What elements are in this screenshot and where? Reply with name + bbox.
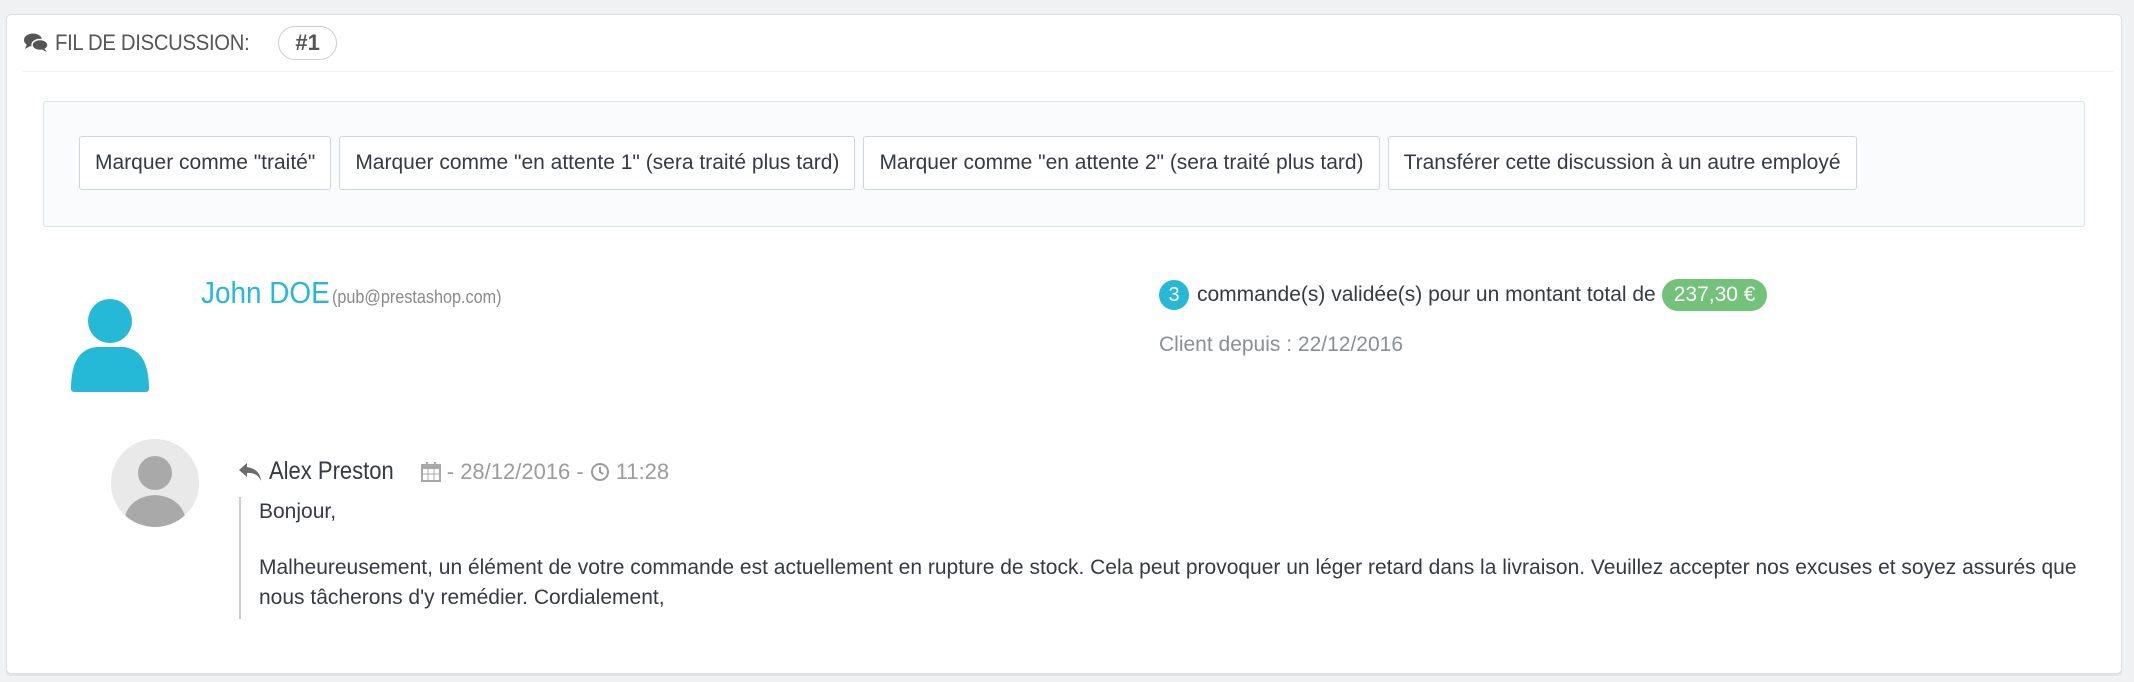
avatar xyxy=(111,439,199,527)
mark-pending-1-button[interactable]: Marquer comme "en attente 1" (sera trait… xyxy=(339,136,856,190)
mark-pending-2-button[interactable]: Marquer comme "en attente 2" (sera trait… xyxy=(863,136,1380,190)
actions-well: Marquer comme "traité" Marquer comme "en… xyxy=(43,101,2085,227)
message-date: - 28/12/2016 - xyxy=(446,458,584,484)
customer-email: (pub@prestashop.com) xyxy=(332,287,502,307)
total-amount-badge: 237,30 € xyxy=(1661,279,1768,311)
customer-name-link[interactable]: John DOE xyxy=(201,275,330,311)
action-buttons: Marquer comme "traité" Marquer comme "en… xyxy=(79,136,1857,190)
client-since: Client depuis : 22/12/2016 xyxy=(1159,333,1404,356)
message-text: Malheureusement, un élément de votre com… xyxy=(259,556,2077,609)
thread-number-badge: #1 xyxy=(278,26,337,60)
reply-icon xyxy=(237,461,263,483)
orders-text: commande(s) validée(s) pour un montant t… xyxy=(1197,283,1656,306)
orders-count-badge: 3 xyxy=(1159,280,1189,310)
discussion-panel: FIL DE DISCUSSION: #1 Marquer comme "tra… xyxy=(6,14,2122,674)
clock-icon xyxy=(590,462,610,482)
mark-handled-button[interactable]: Marquer comme "traité" xyxy=(79,136,332,190)
orders-summary: 3 commande(s) validée(s) pour un montant… xyxy=(1159,279,1768,311)
user-icon xyxy=(67,293,153,393)
calendar-icon xyxy=(420,461,441,483)
panel-title: FIL DE DISCUSSION: xyxy=(55,30,250,55)
message-time: 11:28 xyxy=(615,458,670,484)
message-body: Bonjour, Malheureusement, un élément de … xyxy=(239,497,2099,619)
message-author: Alex Preston xyxy=(269,457,394,485)
transfer-discussion-button[interactable]: Transférer cette discussion à un autre e… xyxy=(1387,136,1857,190)
panel-heading: FIL DE DISCUSSION: #1 xyxy=(23,15,2113,72)
comments-icon xyxy=(23,32,49,54)
customer-info: John DOE (pub@prestashop.com) xyxy=(201,275,520,311)
message-header: Alex Preston - 28/12/2016 - 11:28 xyxy=(237,457,669,486)
message-greeting: Bonjour, xyxy=(259,500,337,523)
